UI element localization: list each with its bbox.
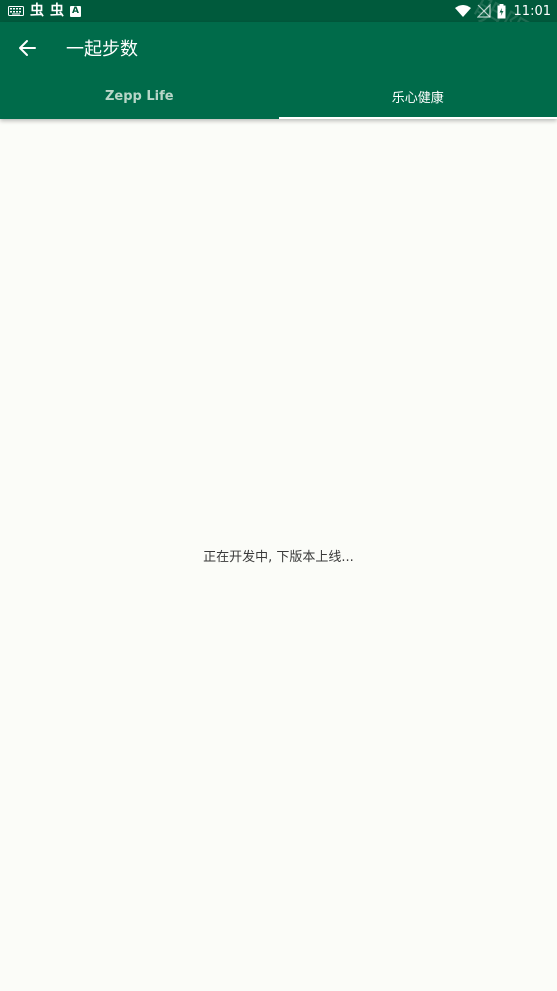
bug-icon: 虫 [50, 3, 64, 19]
tab-label: 乐心健康 [391, 91, 444, 106]
status-right: 11:01 [454, 3, 551, 19]
page-title: 一起步数 [66, 39, 138, 60]
status-time: 11:01 [513, 3, 551, 19]
wifi-icon [454, 5, 471, 17]
arrow-left-icon [19, 40, 36, 56]
a-badge-letter: A [70, 5, 81, 17]
status-left: 虫 虫 A [8, 4, 81, 18]
signal-off-icon [476, 4, 491, 18]
battery-icon [497, 3, 506, 19]
status-bar: 虫 虫 A 11:01 [0, 0, 557, 22]
development-message: 正在开发中, 下版本上线... [203, 550, 354, 565]
bug-icon: 虫 [30, 3, 44, 19]
tab-zepp-life[interactable]: Zepp Life [0, 74, 279, 119]
keyboard-icon [8, 6, 24, 16]
tab-bar: Zepp Life 乐心健康 [0, 74, 557, 119]
app-bar: 一起步数 Zepp Life 乐心健康 [0, 22, 557, 119]
tab-lexin-health[interactable]: 乐心健康 [278, 74, 557, 119]
toolbar: 一起步数 [0, 22, 557, 74]
tab-label: Zepp Life [104, 89, 174, 104]
back-button[interactable] [12, 33, 42, 63]
a-badge-icon: A [70, 5, 81, 17]
tab-indicator [278, 117, 557, 119]
